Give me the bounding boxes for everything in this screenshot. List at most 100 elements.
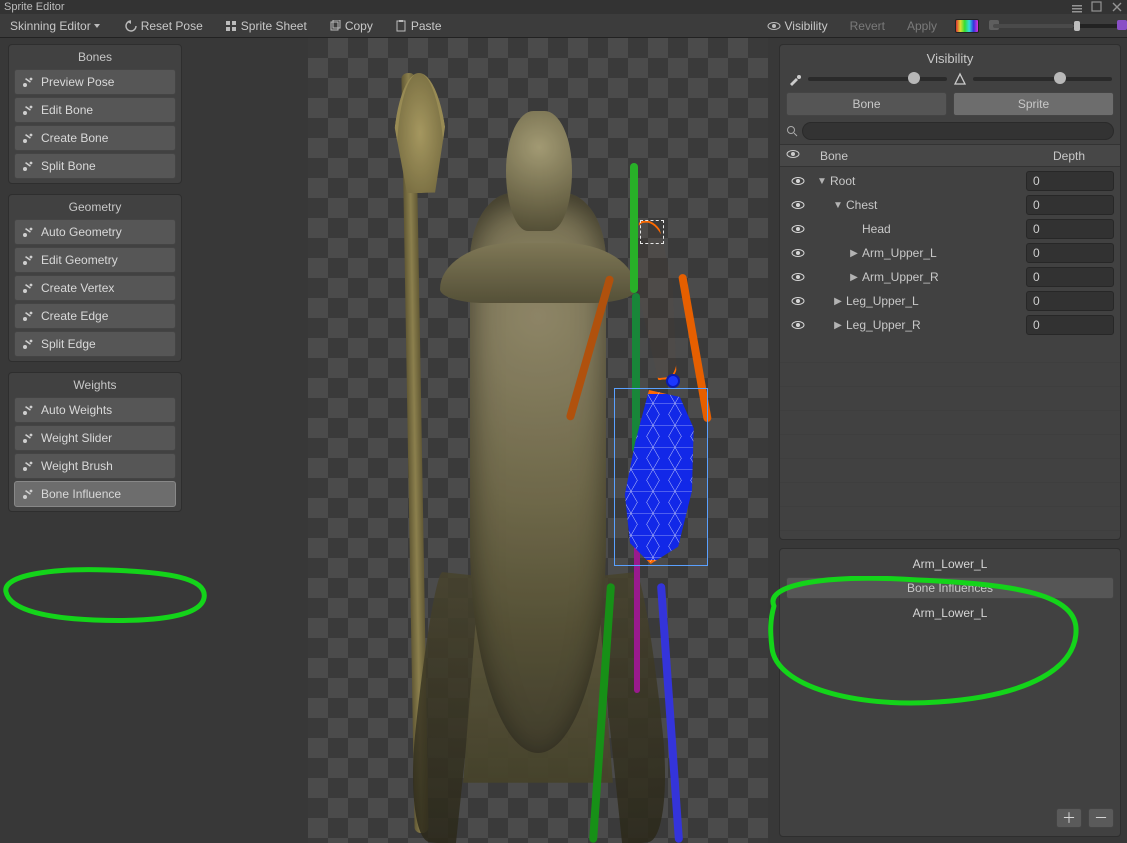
add-influence-button[interactable]: ＋ [1056,808,1082,828]
apply-button[interactable]: Apply [903,16,941,36]
sprite-sheet-button[interactable]: Sprite Sheet [221,16,311,36]
preview-pose-button[interactable]: Preview Pose [14,69,176,95]
visibility-panel-title: Visibility [780,45,1120,72]
tree-row-leg_upper_r[interactable]: ▶Leg_Upper_R 0 [784,313,1116,337]
tree-columns-header: Bone Depth [780,144,1120,167]
create-bone-button[interactable]: Create Bone [14,125,176,151]
bone-opacity-slider[interactable] [808,77,947,81]
sprite-canvas[interactable] [188,38,777,843]
bone-influences-header[interactable]: Bone Influences [786,577,1114,599]
window-menu-icon[interactable] [1071,1,1083,13]
weight-mini-slider[interactable] [993,24,1123,28]
tree-node-label: Leg_Upper_R [846,318,921,332]
geometry-panel-title: Geometry [9,195,181,219]
depth-field[interactable]: 0 [1026,219,1114,239]
create-edge-button[interactable]: Create Edge [14,303,176,329]
mesh-opacity-slider[interactable] [973,77,1112,81]
tree-expander[interactable]: ▼ [816,176,828,187]
depth-field[interactable]: 0 [1026,267,1114,287]
tree-row-leg_upper_l[interactable]: ▶Leg_Upper_L 0 [784,289,1116,313]
tree-row-root[interactable]: ▼Root 0 [784,169,1116,193]
main-area: Bones Preview Pose Edit Bone Create Bone Sp… [0,38,1127,843]
visibility-eye[interactable] [784,318,812,332]
geometry-panel: Geometry Auto Geometry Edit Geometry Creat… [8,194,182,362]
tree-row-arm_upper_r[interactable]: ▶Arm_Upper_R 0 [784,265,1116,289]
tree-node-label: Leg_Upper_L [846,294,919,308]
tab-sprite[interactable]: Sprite [953,92,1114,116]
selection-handle[interactable] [640,220,664,244]
copy-icon [329,20,341,32]
tool-button-label: Preview Pose [41,75,114,89]
left-sidebar: Bones Preview Pose Edit Bone Create Bone Sp… [0,38,188,843]
editor-mode-dropdown[interactable]: Skinning Editor [4,16,107,36]
grid-icon [225,20,237,32]
visibility-eye[interactable] [784,270,812,284]
tool-button-label: Edit Geometry [41,253,118,267]
tree-expander[interactable]: ▶ [848,248,860,259]
tree-expander[interactable]: ▼ [832,200,844,211]
weights-panel: Weights Auto WeightsWeight SliderWeight … [8,372,182,512]
tool-button-label: Split Bone [41,159,96,173]
tool-button-label: Create Bone [41,131,108,145]
paste-button[interactable]: Paste [391,16,446,36]
tree-node-label: Arm_Upper_R [862,270,939,284]
tree-node-label: Arm_Upper_L [862,246,937,260]
tool-button-label: Weight Slider [41,431,112,445]
split-edge-button[interactable]: Split Edge [14,331,176,357]
visibility-eye[interactable] [784,198,812,212]
depth-field[interactable]: 0 [1026,171,1114,191]
bones-panel-title: Bones [9,45,181,69]
tree-row-head[interactable]: Head0 [784,217,1116,241]
tree-expander[interactable]: ▶ [832,296,844,307]
reset-icon [125,20,137,32]
tree-row-arm_upper_l[interactable]: ▶Arm_Upper_L 0 [784,241,1116,265]
tool-button-label: Split Edge [41,337,96,351]
eye-icon [767,19,781,33]
bones-panel: Bones Preview Pose Edit Bone Create Bone Sp… [8,44,182,184]
reset-pose-button[interactable]: Reset Pose [121,16,207,36]
tree-expander[interactable]: ▶ [832,320,844,331]
editor-mode-label: Skinning Editor [10,19,91,33]
split-bone-button[interactable]: Split Bone [14,153,176,179]
selected-sprite-name: Arm_Lower_L [780,557,1120,571]
weight-slider-button[interactable]: Weight Slider [14,425,176,451]
chevron-down-icon [93,22,101,30]
weight-brush-button[interactable]: Weight Brush [14,453,176,479]
tool-button-label: Edit Bone [41,103,93,117]
col-eye [786,147,814,164]
visibility-eye[interactable] [784,222,812,236]
depth-field[interactable]: 0 [1026,195,1114,215]
visibility-eye[interactable] [784,294,812,308]
visibility-eye[interactable] [784,174,812,188]
tree-row-chest[interactable]: ▼Chest0 [784,193,1116,217]
close-icon[interactable] [1111,1,1123,13]
depth-field[interactable]: 0 [1026,243,1114,263]
tab-bone[interactable]: Bone [786,92,947,116]
edit-bone-button[interactable]: Edit Bone [14,97,176,123]
weight-gradient-swatch[interactable] [955,19,979,33]
create-vertex-button[interactable]: Create Vertex [14,275,176,301]
maximize-icon[interactable] [1091,1,1103,13]
visibility-eye[interactable] [784,246,812,260]
auto-geometry-button[interactable]: Auto Geometry [14,219,176,245]
bone-joint[interactable] [666,374,680,388]
auto-weights-button[interactable]: Auto Weights [14,397,176,423]
depth-field[interactable]: 0 [1026,291,1114,311]
bone-line[interactable] [630,163,638,293]
bone-influence-button[interactable]: Bone Influence [14,481,176,507]
tree-node-label: Root [830,174,855,188]
remove-influence-button[interactable]: － [1088,808,1114,828]
col-depth[interactable]: Depth [1024,149,1114,163]
edit-geometry-button[interactable]: Edit Geometry [14,247,176,273]
col-bone[interactable]: Bone [814,149,1024,163]
depth-field[interactable]: 0 [1026,315,1114,335]
visibility-toggle[interactable]: Visibility [763,16,832,36]
visibility-search-input[interactable] [802,122,1114,140]
tree-empty-area [780,339,1120,539]
window-controls [1071,1,1123,13]
influence-item[interactable]: Arm_Lower_L [786,603,1114,623]
tree-expander[interactable]: ▶ [848,272,860,283]
revert-button[interactable]: Revert [846,16,889,36]
apply-label: Apply [907,19,937,33]
copy-button[interactable]: Copy [325,16,377,36]
